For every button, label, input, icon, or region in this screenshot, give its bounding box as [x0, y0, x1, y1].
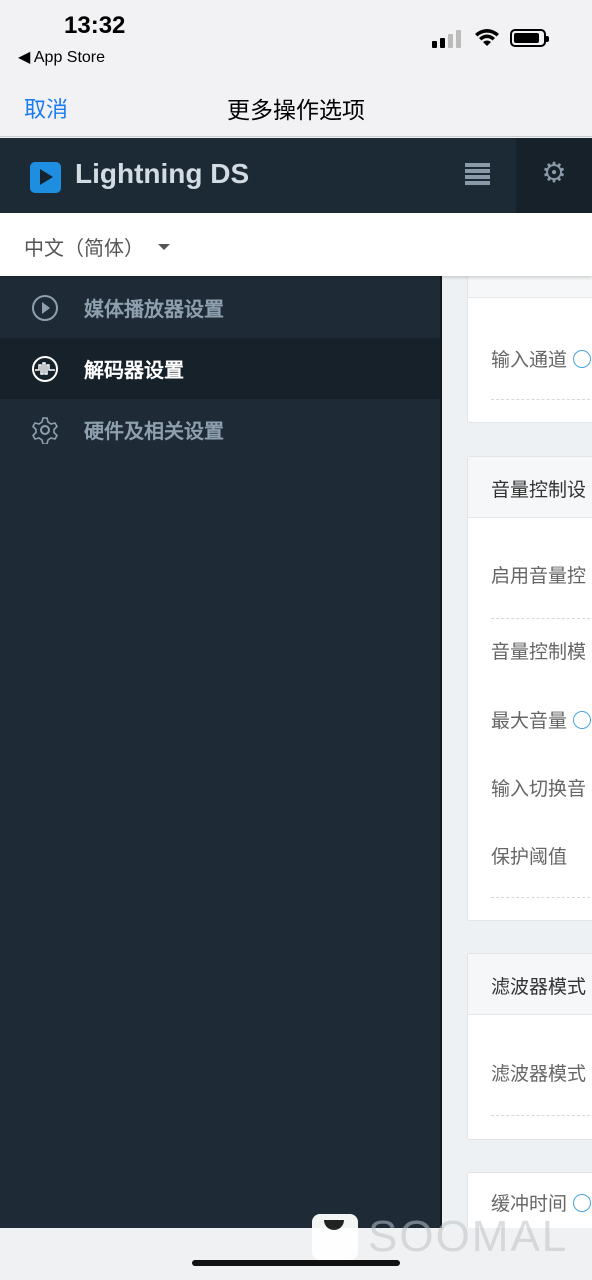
setting-label: 保护阈值 [491, 846, 568, 868]
play-circle-icon [31, 294, 59, 322]
sidebar-item-media-player[interactable]: 媒体播放器设置 [0, 277, 440, 338]
back-to-app-store[interactable]: ◀ App Store [18, 47, 105, 67]
sidebar-item-decoder[interactable]: 解码器设置 [0, 338, 440, 399]
app-header: Lightning DS ⚙ [0, 138, 592, 213]
divider [491, 1115, 592, 1116]
language-value: 中文（简体） [24, 236, 144, 260]
setting-label: 输入通道 [491, 349, 568, 371]
sidebar-item-hardware[interactable]: 硬件及相关设置 [0, 399, 440, 460]
chevron-down-icon [158, 244, 170, 250]
settings-button[interactable]: ⚙ [516, 138, 592, 213]
battery-icon [510, 29, 549, 47]
watermark-logo [312, 1214, 358, 1260]
setting-row[interactable]: 输入切换音 [491, 774, 586, 801]
setting-label: 最大音量 [491, 710, 568, 732]
home-indicator[interactable] [192, 1260, 400, 1266]
sidebar-item-label: 硬件及相关设置 [84, 419, 224, 443]
divider [491, 399, 592, 400]
setting-row[interactable]: 最大音量 [491, 706, 592, 733]
setting-row[interactable]: 保护阈值 [491, 842, 567, 869]
divider [491, 618, 592, 619]
status-time: 13:32 [64, 12, 126, 39]
setting-row[interactable]: 滤波器模式 [491, 1059, 586, 1086]
nav-bar: 更多操作选项 取消 [0, 80, 592, 137]
language-select[interactable]: 中文（简体） [0, 213, 592, 276]
setting-label: 输入切换音 [491, 778, 587, 800]
watermark: SOOMAL [312, 1212, 568, 1262]
card-filter: 滤波器模式 滤波器模式 [467, 953, 592, 1140]
gear-icon: ⚙ [541, 156, 567, 189]
status-bar: 13:32 ◀ App Store [0, 0, 592, 80]
card-header: 音量控制设 [468, 457, 592, 518]
card-volume: 音量控制设 启用音量控 音量控制模 最大音量 输入切换音 保护阈值 [467, 456, 592, 921]
setting-label: 音量控制模 [491, 641, 587, 663]
divider [491, 897, 592, 898]
settings-content: 输入通道 音量控制设 启用音量控 音量控制模 最大音量 输入切换音 保护阈值 滤… [442, 276, 592, 1228]
info-icon[interactable] [573, 710, 592, 729]
card-header: 滤波器模式 [468, 954, 592, 1015]
sidebar-item-label: 解码器设置 [84, 358, 184, 382]
card-header [468, 276, 592, 298]
setting-row[interactable]: 启用音量控 [491, 561, 586, 588]
setting-label: 滤波器模式 [491, 1063, 587, 1085]
info-icon[interactable] [573, 349, 592, 368]
watermark-text: SOOMAL [368, 1212, 569, 1261]
nav-title: 更多操作选项 [227, 98, 365, 124]
setting-row[interactable]: 音量控制模 [491, 637, 586, 664]
list-icon[interactable] [465, 163, 490, 187]
sidebar-item-label: 媒体播放器设置 [84, 297, 224, 321]
setting-label: 启用音量控 [491, 565, 587, 587]
sidebar: 媒体播放器设置 解码器设置 硬件及相关设置 [0, 276, 442, 1228]
card-input: 输入通道 [467, 276, 592, 423]
wifi-icon [475, 29, 499, 46]
brand-name: Lightning DS [75, 158, 250, 189]
signal-icon [432, 30, 461, 48]
logo-icon [30, 162, 61, 193]
waveform-icon [31, 355, 59, 383]
info-icon[interactable] [573, 1193, 592, 1212]
cancel-button[interactable]: 取消 [24, 92, 68, 124]
setting-input-channel[interactable]: 输入通道 [491, 345, 592, 372]
gear-icon [31, 416, 59, 444]
